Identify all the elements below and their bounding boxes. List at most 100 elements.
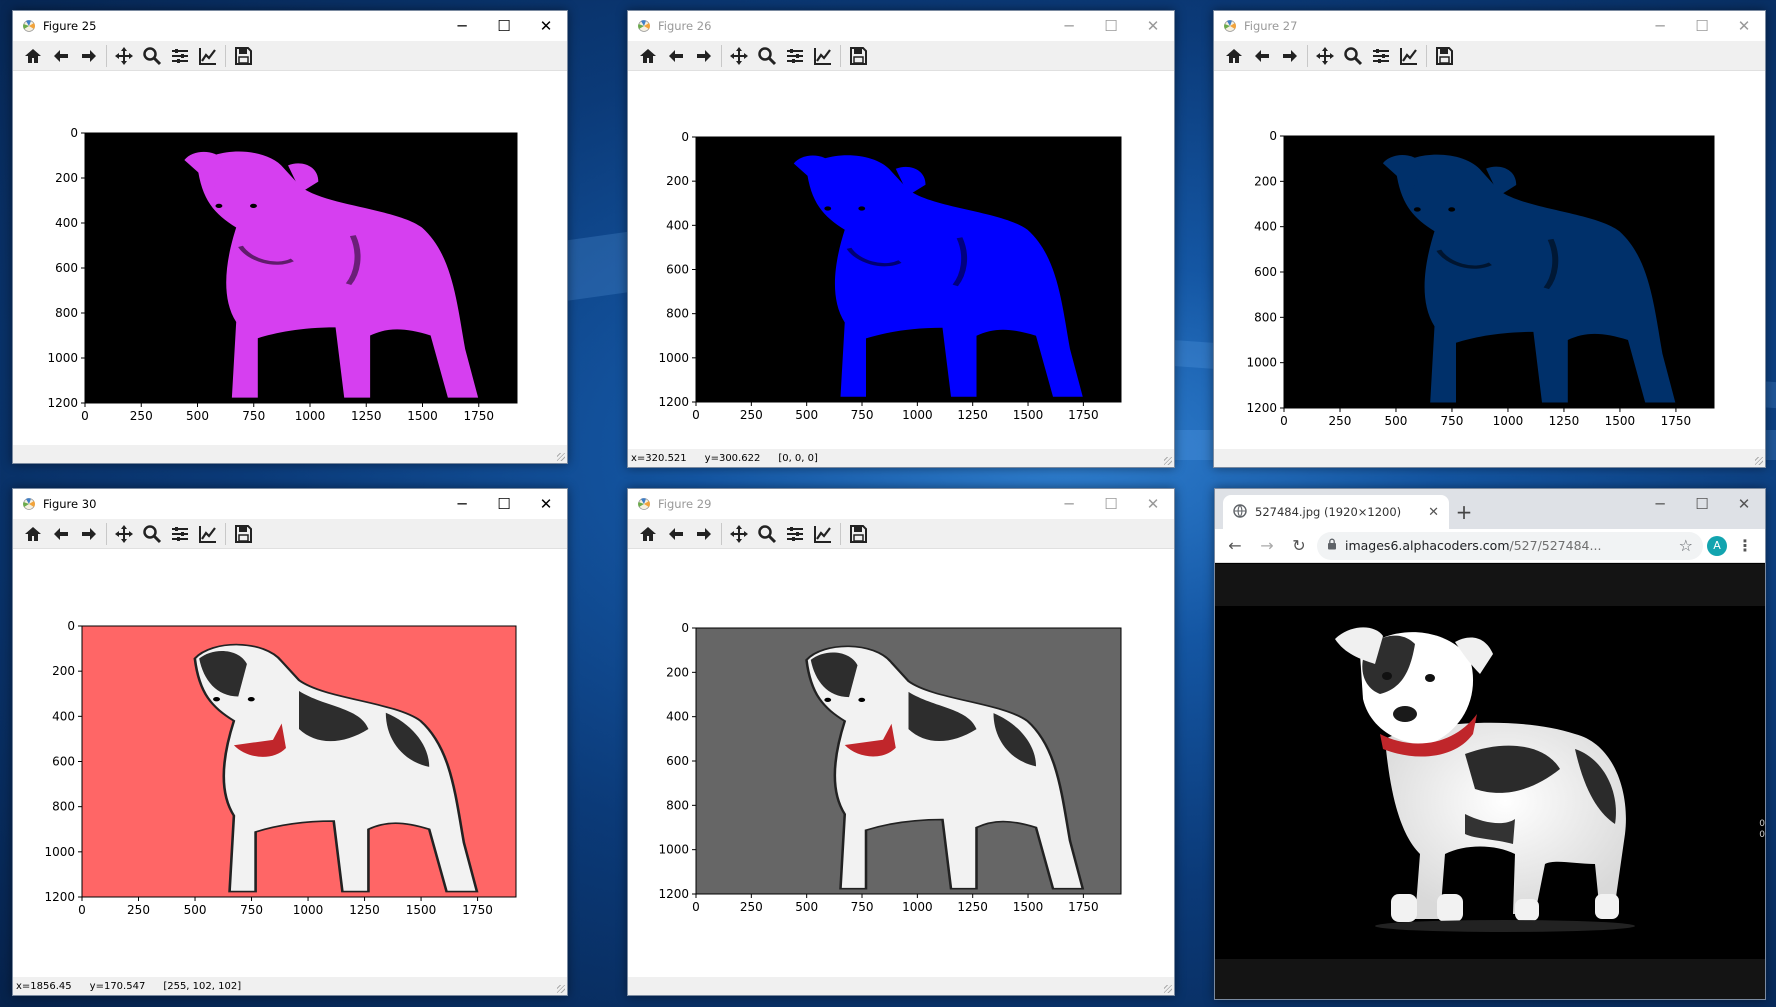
back-icon[interactable]: [662, 520, 690, 548]
figure-window: Figure 27 ─ ☐ ✕ 0 250 500 750 1000 1250 1500 17…: [1213, 10, 1766, 468]
minimize-icon[interactable]: ─: [1639, 11, 1681, 41]
window-titlebar[interactable]: Figure 27 ─ ☐ ✕: [1214, 11, 1765, 41]
edit-axis-icon[interactable]: [809, 520, 837, 548]
window-titlebar[interactable]: Figure 30 ─ ☐ ✕: [13, 489, 567, 519]
resize-grip-icon[interactable]: [1164, 457, 1172, 465]
edit-axis-icon[interactable]: [194, 520, 222, 548]
pan-icon[interactable]: [725, 42, 753, 70]
x-tick-label: 1500: [407, 409, 438, 423]
pan-icon[interactable]: [1311, 42, 1339, 70]
new-tab-button[interactable]: +: [1449, 495, 1479, 529]
resize-grip-icon[interactable]: [1755, 457, 1763, 465]
maximize-icon[interactable]: ☐: [1681, 11, 1723, 41]
minimize-icon[interactable]: ─: [441, 489, 483, 519]
y-tick-label: 1000: [658, 351, 689, 365]
menu-dots-icon[interactable]: ⋮: [1731, 532, 1759, 560]
profile-avatar[interactable]: A: [1707, 535, 1727, 556]
minimize-icon[interactable]: ─: [1048, 11, 1090, 41]
home-icon[interactable]: [19, 520, 47, 548]
maximize-icon[interactable]: ☐: [483, 11, 525, 41]
window-title: Figure 30: [43, 497, 97, 511]
bookmark-star-icon[interactable]: ☆: [1679, 536, 1693, 555]
maximize-icon[interactable]: ☐: [1090, 489, 1132, 519]
window-titlebar[interactable]: Figure 29 ─ ☐ ✕: [628, 489, 1174, 519]
tab-close-icon[interactable]: ✕: [1428, 505, 1439, 520]
resize-grip-icon[interactable]: [1164, 985, 1172, 993]
close-icon[interactable]: ✕: [1132, 11, 1174, 41]
save-icon[interactable]: [844, 42, 872, 70]
browser-omnibar: ← → ↻ images6.alphacoders.com/527/527484…: [1215, 529, 1765, 563]
figure-canvas[interactable]: 0 250 500 750 1000 1250 1500 1750 0 200 400 600 800 1…: [13, 551, 568, 979]
y-tick-label: 800: [666, 798, 689, 812]
home-icon[interactable]: [634, 520, 662, 548]
back-icon[interactable]: [47, 42, 75, 70]
x-tick-label: 1250: [957, 900, 988, 914]
browser-tab[interactable]: 527484.jpg (1920×1200) ✕: [1223, 495, 1449, 529]
zoom-icon[interactable]: [138, 42, 166, 70]
edit-axis-icon[interactable]: [1395, 42, 1423, 70]
x-tick-label: 750: [240, 903, 263, 917]
reload-icon[interactable]: ↻: [1285, 532, 1313, 560]
resize-grip-icon[interactable]: [557, 985, 565, 993]
browser-tab-title: 527484.jpg (1920×1200): [1255, 505, 1402, 519]
figure-canvas[interactable]: 0 250 500 750 1000 1250 1500 1750 0 200 400 600 800 1…: [13, 73, 568, 447]
save-icon[interactable]: [1430, 42, 1458, 70]
configure-subplots-icon[interactable]: [781, 42, 809, 70]
back-icon[interactable]: [47, 520, 75, 548]
back-icon[interactable]: [662, 42, 690, 70]
forward-icon[interactable]: [690, 42, 718, 70]
x-tick-label: 1250: [349, 903, 380, 917]
x-tick-label: 0: [692, 408, 700, 422]
back-arrow-icon[interactable]: ←: [1221, 532, 1249, 560]
close-icon[interactable]: ✕: [525, 11, 567, 41]
configure-subplots-icon[interactable]: [781, 520, 809, 548]
figure-canvas[interactable]: 0 250 500 750 1000 1250 1500 1750 0 200 400 600 800 1…: [628, 73, 1175, 451]
zoom-icon[interactable]: [138, 520, 166, 548]
zoom-icon[interactable]: [753, 520, 781, 548]
x-tick-label: 250: [130, 409, 153, 423]
maximize-icon[interactable]: ☐: [1090, 11, 1132, 41]
edit-axis-icon[interactable]: [194, 42, 222, 70]
home-icon[interactable]: [1220, 42, 1248, 70]
edit-axis-icon[interactable]: [809, 42, 837, 70]
back-icon[interactable]: [1248, 42, 1276, 70]
close-icon[interactable]: ✕: [1723, 11, 1765, 41]
save-icon[interactable]: [844, 520, 872, 548]
close-icon[interactable]: ✕: [1723, 489, 1765, 519]
save-icon[interactable]: [229, 42, 257, 70]
maximize-icon[interactable]: ☐: [1681, 489, 1723, 519]
forward-icon[interactable]: [75, 42, 103, 70]
forward-icon[interactable]: [1276, 42, 1304, 70]
minimize-icon[interactable]: ─: [1639, 489, 1681, 519]
pan-icon[interactable]: [725, 520, 753, 548]
x-tick-label: 250: [740, 408, 763, 422]
save-icon[interactable]: [229, 520, 257, 548]
figure-canvas[interactable]: 0 250 500 750 1000 1250 1500 1750 0 200 400 600 800 1…: [628, 551, 1175, 979]
zoom-icon[interactable]: [1339, 42, 1367, 70]
puppy-photo: [1335, 627, 1635, 932]
close-icon[interactable]: ✕: [1132, 489, 1174, 519]
address-bar[interactable]: images6.alphacoders.com/527/527484... ☆: [1317, 531, 1703, 560]
window-titlebar[interactable]: Figure 25 ─ ☐ ✕: [13, 11, 567, 41]
configure-subplots-icon[interactable]: [166, 42, 194, 70]
forward-arrow-icon[interactable]: →: [1253, 532, 1281, 560]
home-icon[interactable]: [634, 42, 662, 70]
matplotlib-toolbar: [13, 41, 567, 71]
forward-icon[interactable]: [690, 520, 718, 548]
pan-icon[interactable]: [110, 42, 138, 70]
minimize-icon[interactable]: ─: [1048, 489, 1090, 519]
resize-grip-icon[interactable]: [557, 453, 565, 461]
zoom-icon[interactable]: [753, 42, 781, 70]
home-icon[interactable]: [19, 42, 47, 70]
configure-subplots-icon[interactable]: [1367, 42, 1395, 70]
forward-icon[interactable]: [75, 520, 103, 548]
minimize-icon[interactable]: ─: [441, 11, 483, 41]
pan-icon[interactable]: [110, 520, 138, 548]
figure-canvas[interactable]: 0 250 500 750 1000 1250 1500 1750 0 200 400 600 800 1…: [1214, 73, 1766, 451]
maximize-icon[interactable]: ☐: [483, 489, 525, 519]
window-titlebar[interactable]: Figure 26 ─ ☐ ✕: [628, 11, 1174, 41]
close-icon[interactable]: ✕: [525, 489, 567, 519]
lock-icon: [1327, 538, 1337, 553]
configure-subplots-icon[interactable]: [166, 520, 194, 548]
x-tick-label: 750: [1441, 414, 1464, 428]
